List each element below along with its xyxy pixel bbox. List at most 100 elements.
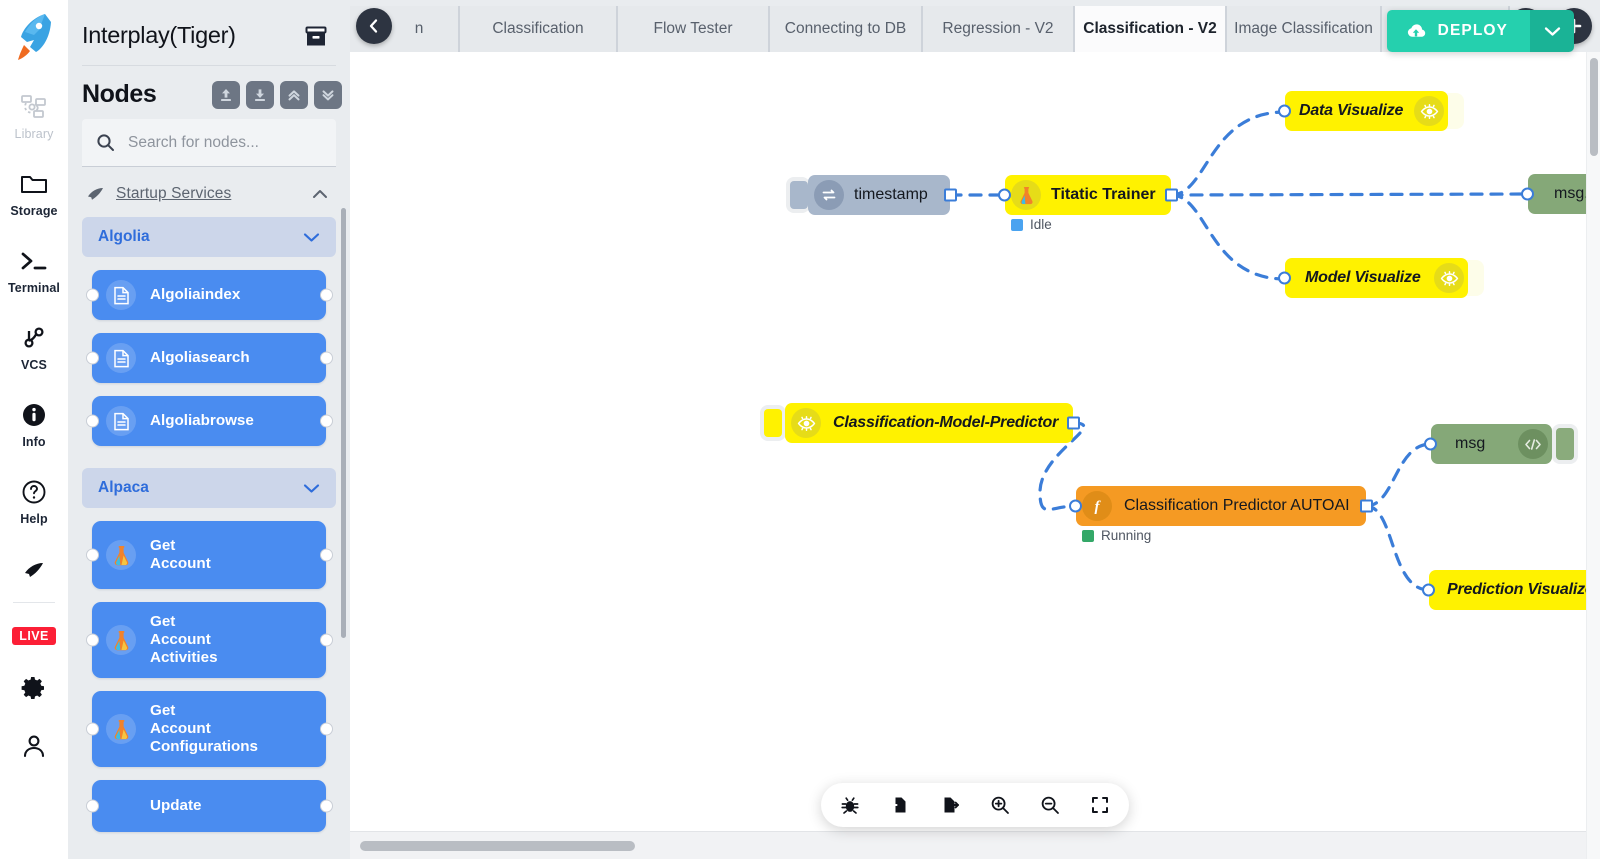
zoom-out-button[interactable] bbox=[1037, 792, 1063, 818]
import-button[interactable] bbox=[887, 792, 913, 818]
deploy-button-group[interactable]: DEPLOY bbox=[1387, 10, 1574, 52]
info-icon bbox=[21, 400, 47, 430]
sidebar-item-info[interactable]: Info bbox=[1, 400, 67, 449]
account-button[interactable] bbox=[1, 731, 67, 761]
flow-node-classification-model-predictor[interactable]: Classification-Model-Predictor bbox=[785, 403, 1073, 443]
settings-button[interactable] bbox=[1, 673, 67, 703]
output-port[interactable] bbox=[944, 189, 957, 202]
output-port[interactable] bbox=[1165, 189, 1178, 202]
rail-divider bbox=[13, 602, 55, 603]
flow-node-label: msg bbox=[1455, 435, 1485, 453]
input-port[interactable] bbox=[998, 189, 1011, 202]
horizontal-scroll-thumb[interactable] bbox=[360, 841, 635, 851]
node-left-stub-inner bbox=[764, 409, 782, 437]
tab-classification[interactable]: Classification bbox=[460, 6, 618, 52]
node-item-label: Algoliasearch bbox=[150, 349, 250, 367]
sidebar-item-label: Info bbox=[22, 435, 45, 449]
input-port bbox=[86, 549, 99, 562]
tabs-scroll-left-button[interactable] bbox=[356, 8, 392, 44]
tab-label: Image Classification bbox=[1234, 20, 1373, 38]
flow-node-data-visualize[interactable]: Data Visualize bbox=[1285, 91, 1448, 131]
application-root: Library Storage Terminal bbox=[0, 0, 1600, 859]
deploy-options-button[interactable] bbox=[1530, 10, 1574, 52]
node-item-algoliaindex[interactable]: Algoliaindex bbox=[92, 270, 326, 320]
output-port[interactable] bbox=[1067, 417, 1080, 430]
category-algolia[interactable]: Algolia bbox=[82, 217, 336, 257]
flow-node-msg-payload[interactable]: msg.payload bbox=[1528, 174, 1586, 214]
eye-icon bbox=[1414, 96, 1444, 126]
fullscreen-button[interactable] bbox=[1087, 792, 1113, 818]
archive-box-icon[interactable] bbox=[304, 24, 328, 48]
sidebar-item-label: Storage bbox=[10, 204, 57, 218]
tab-image-classification[interactable]: Image Classification bbox=[1227, 6, 1382, 52]
node-item-algoliasearch[interactable]: Algoliasearch bbox=[92, 333, 326, 383]
search-box[interactable] bbox=[82, 119, 336, 167]
status-dot bbox=[1082, 530, 1094, 542]
eye-icon bbox=[791, 408, 821, 438]
node-item-label: Update bbox=[150, 797, 201, 815]
tab-flow-tester[interactable]: Flow Tester bbox=[618, 6, 770, 52]
sidebar-item-storage[interactable]: Storage bbox=[1, 169, 67, 218]
folder-icon bbox=[20, 169, 48, 199]
node-item-get-account-activities[interactable]: Get Account Activities bbox=[92, 602, 326, 678]
rocket-logo-icon[interactable] bbox=[12, 10, 56, 62]
sidebar-item-library[interactable]: Library bbox=[1, 92, 67, 141]
output-port bbox=[320, 723, 333, 736]
output-port[interactable] bbox=[1360, 500, 1373, 513]
sidebar-scrollbar-thumb[interactable] bbox=[341, 208, 346, 638]
debug-button[interactable] bbox=[837, 792, 863, 818]
flow-node-model-visualize[interactable]: Model Visualize bbox=[1285, 258, 1468, 298]
node-item-get-account[interactable]: Get Account bbox=[92, 521, 326, 589]
node-item-label: Algoliaindex bbox=[150, 286, 240, 304]
upload-nodes-button[interactable] bbox=[212, 81, 240, 109]
vertical-scroll-thumb[interactable] bbox=[1590, 58, 1598, 156]
input-port bbox=[86, 352, 99, 365]
tab-connecting-to-db[interactable]: Connecting to DB bbox=[770, 6, 923, 52]
chevron-down-icon bbox=[303, 232, 320, 243]
input-port[interactable] bbox=[1278, 105, 1291, 118]
canvas-vertical-scrollbar[interactable] bbox=[1586, 52, 1600, 859]
flow-node-timestamp[interactable]: timestamp bbox=[808, 175, 950, 215]
expand-all-button[interactable] bbox=[314, 81, 342, 109]
flow-node-titatic-trainer[interactable]: Titatic Trainer bbox=[1005, 175, 1171, 215]
flask-icon bbox=[106, 714, 136, 744]
input-port[interactable] bbox=[1422, 584, 1435, 597]
sidebar-item-terminal[interactable]: Terminal bbox=[1, 246, 67, 295]
status-dot bbox=[1011, 219, 1023, 231]
export-button[interactable] bbox=[937, 792, 963, 818]
nodes-list-scroll[interactable]: Startup Services Algolia bbox=[68, 185, 350, 859]
node-item-algoliabrowse[interactable]: Algoliabrowse bbox=[92, 396, 326, 446]
node-item-update[interactable]: Update bbox=[92, 780, 326, 832]
zoom-in-button[interactable] bbox=[987, 792, 1013, 818]
sidebar-item-help[interactable]: Help bbox=[1, 477, 67, 526]
tab-regression-v2[interactable]: Regression - V2 bbox=[923, 6, 1075, 52]
output-port bbox=[320, 549, 333, 562]
live-status-badge[interactable]: LIVE bbox=[1, 627, 67, 645]
canvas-horizontal-scrollbar[interactable] bbox=[350, 831, 1586, 859]
flow-node-label: Classification Predictor AUTOAI bbox=[1124, 497, 1350, 515]
node-item-get-account-configurations[interactable]: Get Account Configurations bbox=[92, 691, 326, 767]
search-input[interactable] bbox=[128, 134, 322, 152]
flow-node-prediction-visualize[interactable]: Prediction Visualize bbox=[1429, 570, 1586, 610]
tab-classification-v2[interactable]: Classification - V2 bbox=[1075, 6, 1227, 52]
output-port bbox=[320, 800, 333, 813]
input-port bbox=[86, 634, 99, 647]
category-alpaca[interactable]: Alpaca bbox=[82, 468, 336, 508]
flow-canvas[interactable]: timestamp Titatic Trainer Idle bbox=[350, 52, 1586, 831]
input-port[interactable] bbox=[1069, 500, 1082, 513]
group-startup-services[interactable]: Startup Services bbox=[86, 185, 336, 203]
input-port[interactable] bbox=[1278, 272, 1291, 285]
sidebar-item-vcs[interactable]: VCS bbox=[1, 323, 67, 372]
rocket-shortcut[interactable] bbox=[1, 554, 67, 584]
chevron-up-icon[interactable] bbox=[312, 189, 328, 199]
collapse-all-button[interactable] bbox=[280, 81, 308, 109]
deploy-label: DEPLOY bbox=[1438, 22, 1508, 40]
flask-icon bbox=[106, 540, 136, 570]
download-nodes-button[interactable] bbox=[246, 81, 274, 109]
input-port bbox=[86, 800, 99, 813]
input-port[interactable] bbox=[1521, 188, 1534, 201]
input-port[interactable] bbox=[1424, 438, 1437, 451]
flow-node-msg[interactable]: msg bbox=[1431, 424, 1552, 464]
flow-node-classification-predictor-autoai[interactable]: f Classification Predictor AUTOAI bbox=[1076, 486, 1366, 526]
deploy-button[interactable]: DEPLOY bbox=[1387, 10, 1530, 52]
